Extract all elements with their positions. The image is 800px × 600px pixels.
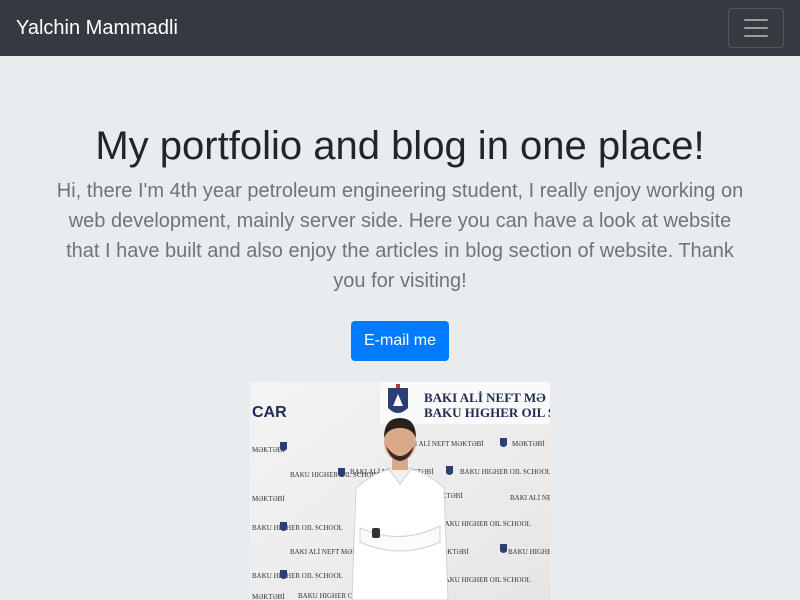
- hero-jumbotron: My portfolio and blog in one place! Hi, …: [0, 56, 800, 600]
- svg-text:BAKU HIGHER OIL SCHOOL: BAKU HIGHER OIL SCHOOL: [440, 576, 531, 584]
- banner-logo-icon: [388, 384, 408, 413]
- svg-text:BAKU HIGHER OIL SCHOOL: BAKU HIGHER OIL SCHOOL: [252, 524, 343, 532]
- banner-text-line-2: BAKU HIGHER OIL S: [424, 405, 550, 420]
- hamburger-menu-icon: [744, 19, 768, 37]
- navbar-brand[interactable]: Yalchin Mammadli: [16, 18, 178, 38]
- svg-text:BAKU HIGHER OIL SCHOOL: BAKU HIGHER OIL SCHOOL: [252, 572, 343, 580]
- svg-text:MƏKTƏBİ: MƏKTƏBİ: [512, 440, 545, 448]
- navbar-toggler-button[interactable]: [728, 8, 784, 48]
- svg-text:BAKU HIGHER OIL SCHOOL: BAKU HIGHER OIL SCHOOL: [460, 468, 550, 476]
- svg-text:BAKI ALİ NEFT MƏKTƏBİ: BAKI ALİ NEFT MƏKTƏBİ: [510, 494, 550, 502]
- intro-paragraph: Hi, there I'm 4th year petroleum enginee…: [56, 180, 744, 292]
- page-title: My portfolio and blog in one place!: [95, 124, 705, 168]
- press-wall-photo-illustration: BAKI ALİ NEFT MƏ BAKU HIGHER OIL S CAR M…: [250, 382, 550, 600]
- banner-left-text: CAR: [252, 404, 287, 421]
- svg-text:MƏKTƏBİ: MƏKTƏBİ: [252, 495, 285, 503]
- email-me-button[interactable]: E-mail me: [350, 321, 449, 361]
- svg-text:BAKU HIGHER OIL SCHOOL: BAKU HIGHER OIL SCHOOL: [508, 548, 550, 556]
- banner-text-line-1: BAKI ALİ NEFT MƏ: [424, 390, 546, 405]
- svg-text:MƏKTƏBİ: MƏKTƏBİ: [252, 593, 285, 600]
- profile-photo: BAKI ALİ NEFT MƏ BAKU HIGHER OIL S CAR M…: [250, 382, 550, 600]
- top-navbar: Yalchin Mammadli: [0, 0, 800, 56]
- svg-text:BAKU HIGHER OIL SCHOOL: BAKU HIGHER OIL SCHOOL: [440, 520, 531, 528]
